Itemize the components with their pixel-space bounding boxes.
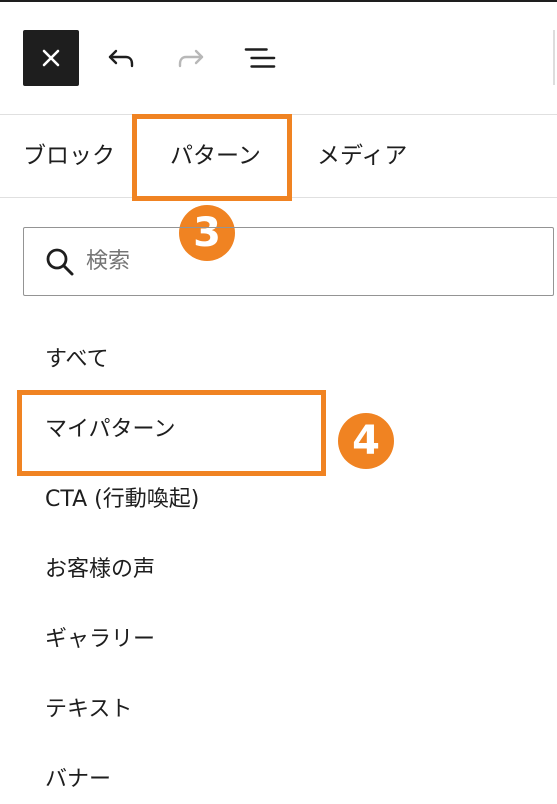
highlight-box-tab <box>132 114 292 201</box>
tab-blocks[interactable]: ブロック <box>23 115 115 197</box>
category-all[interactable]: すべて <box>45 340 109 380</box>
redo-icon <box>178 49 204 68</box>
tab-media[interactable]: メディア <box>317 115 407 197</box>
list-view-icon <box>244 48 276 68</box>
close-button[interactable] <box>23 30 79 86</box>
undo-icon <box>108 49 134 68</box>
category-text[interactable]: テキスト <box>45 690 132 730</box>
category-cta[interactable]: CTA (行動喚起) <box>45 480 199 520</box>
redo-button[interactable] <box>175 42 207 74</box>
inserter-toolbar <box>0 2 557 114</box>
close-icon <box>42 49 60 67</box>
step-badge-4: 4 <box>338 413 394 469</box>
list-view-button[interactable] <box>244 42 276 74</box>
category-gallery[interactable]: ギャラリー <box>45 620 155 660</box>
category-banner[interactable]: バナー <box>45 760 111 800</box>
search-icon <box>46 248 74 276</box>
search-input[interactable] <box>86 228 526 295</box>
highlight-box-category <box>17 390 326 476</box>
search-box[interactable] <box>23 227 554 296</box>
undo-button[interactable] <box>105 42 137 74</box>
category-testimonials[interactable]: お客様の声 <box>45 550 155 590</box>
